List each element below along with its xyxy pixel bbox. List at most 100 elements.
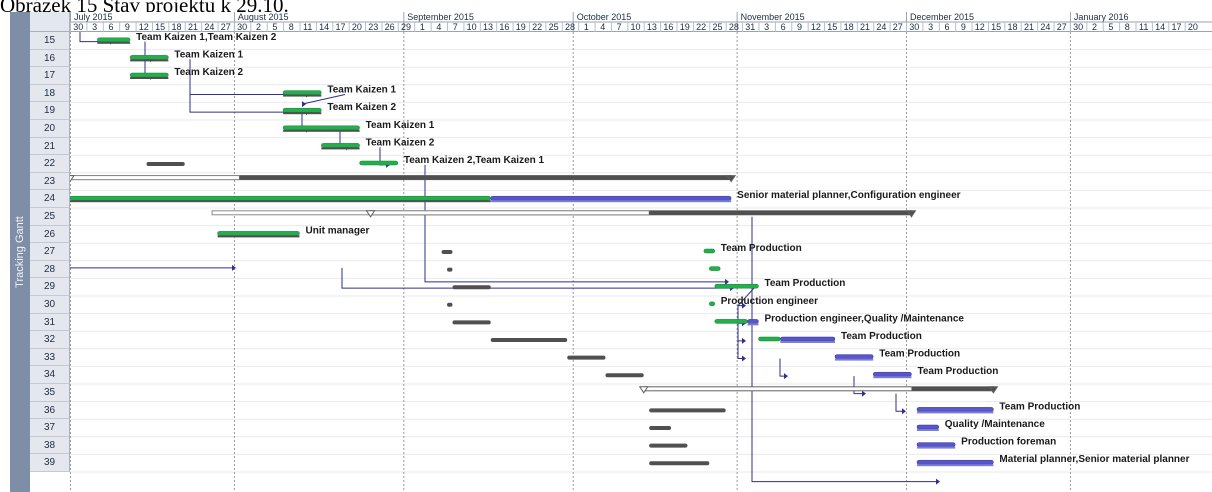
baseline-bar[interactable]	[605, 373, 644, 378]
remaining-work-bar[interactable]	[916, 424, 940, 430]
resource-name-label: Team Kaizen 1,Team Kaizen 2	[136, 32, 277, 43]
actual-progress-bar[interactable]	[282, 107, 322, 113]
gantt-chart-area[interactable]: Team Kaizen 1,Team Kaizen 2 Team Kaizen 1…	[70, 32, 1212, 492]
baseline-bar[interactable]	[283, 112, 322, 115]
view-name-label: Tracking Gantt	[14, 216, 26, 288]
row-id-cell[interactable]: 30	[30, 296, 70, 314]
row-id-cell[interactable]: 22	[30, 155, 70, 173]
row-id-cell[interactable]: 15	[30, 32, 70, 50]
actual-progress-bar[interactable]	[714, 283, 759, 289]
row-id-cell[interactable]: 17	[30, 67, 70, 85]
baseline-bar[interactable]	[283, 94, 322, 97]
tick-label: 16	[663, 22, 673, 32]
summary-complete-bar[interactable]	[70, 175, 240, 181]
tick-label: 1	[420, 22, 425, 32]
summary-remaining-bar[interactable]	[911, 386, 994, 391]
actual-progress-bar[interactable]	[282, 90, 322, 95]
row-id-cell[interactable]: 19	[30, 102, 70, 120]
gantt-chart-svg[interactable]: Team Kaizen 1,Team Kaizen 2 Team Kaizen 1…	[70, 32, 1212, 492]
resource-name-label: Team Kaizen 2,Team Kaizen 1	[404, 155, 545, 166]
row-id-cell[interactable]: 20	[30, 120, 70, 138]
tick-label: 15	[155, 22, 165, 32]
actual-progress-bar[interactable]	[282, 125, 360, 131]
row-id-cell[interactable]: 16	[30, 49, 70, 68]
actual-progress-bar[interactable]	[70, 195, 491, 201]
row-id-cell[interactable]: 37	[30, 419, 70, 437]
remaining-work-bar[interactable]	[916, 459, 994, 465]
remaining-work-bar[interactable]	[834, 354, 874, 359]
baseline-bar[interactable]	[217, 235, 300, 238]
actual-progress-bar[interactable]	[359, 160, 399, 166]
remaining-baseline-bar	[780, 341, 835, 343]
row-id-cell[interactable]: 25	[30, 208, 70, 226]
baseline-bar[interactable]	[283, 129, 360, 132]
remaining-work-bar[interactable]	[780, 336, 836, 342]
remaining-work-bar[interactable]	[916, 442, 956, 447]
baseline-bar[interactable]	[146, 162, 185, 166]
row-id-cell[interactable]: 26	[30, 225, 70, 244]
baseline-bar[interactable]	[452, 285, 491, 290]
baseline-bar[interactable]	[649, 443, 688, 448]
actual-progress-bar[interactable]	[321, 143, 360, 148]
actual-progress-bar[interactable]	[758, 336, 781, 342]
actual-progress-bar[interactable]	[129, 55, 169, 60]
month-label: December 2015	[910, 12, 974, 22]
actual-progress-bar[interactable]	[709, 301, 716, 307]
resource-name-label: Team Kaizen 2	[366, 137, 435, 148]
baseline-bar[interactable]	[447, 302, 453, 307]
tick-label: 18	[1008, 22, 1018, 32]
baseline-bar[interactable]	[649, 408, 726, 413]
link-arrowhead	[936, 478, 940, 485]
row-id-cell[interactable]: 23	[30, 172, 70, 191]
row-id-cell[interactable]: 38	[30, 436, 70, 455]
actual-progress-bar[interactable]	[97, 37, 131, 43]
row-id-cell[interactable]: 18	[30, 84, 70, 103]
tick-label: 3	[764, 22, 769, 32]
baseline-bar[interactable]	[447, 267, 453, 272]
actual-progress-bar[interactable]	[129, 72, 169, 78]
actual-progress-bar[interactable]	[703, 248, 716, 254]
row-id-cell[interactable]: 35	[30, 384, 70, 402]
baseline-bar[interactable]	[130, 77, 169, 79]
remaining-work-bar[interactable]	[490, 195, 732, 201]
baseline-bar[interactable]	[649, 426, 672, 430]
actual-progress-bar[interactable]	[714, 319, 748, 324]
row-id-cell[interactable]: 28	[30, 260, 70, 279]
row-id-cell[interactable]: 33	[30, 348, 70, 367]
tick-label: 24	[1040, 22, 1050, 32]
baseline-bar[interactable]	[567, 355, 606, 360]
tick-label: 6	[944, 22, 949, 32]
tick-label: 8	[289, 22, 294, 32]
baseline-bar[interactable]	[490, 338, 568, 342]
baseline-bar[interactable]	[97, 41, 131, 44]
row-id-cell[interactable]: 21	[30, 137, 70, 156]
tick-label: 24	[204, 22, 214, 32]
row-id-cell[interactable]: 32	[30, 331, 70, 349]
row-id-cell[interactable]: 27	[30, 243, 70, 261]
summary-remaining-bar[interactable]	[649, 210, 912, 215]
actual-progress-bar[interactable]	[709, 266, 721, 271]
remaining-work-bar[interactable]	[872, 371, 912, 377]
view-name-bar[interactable]: Tracking Gantt	[10, 12, 30, 492]
baseline-bar[interactable]	[130, 59, 169, 62]
row-id-cell[interactable]: 29	[30, 278, 70, 296]
baseline-bar[interactable]	[441, 250, 453, 254]
row-id-cell[interactable]: 31	[30, 313, 70, 332]
row-id-cell[interactable]: 34	[30, 366, 70, 384]
actual-progress-bar[interactable]	[217, 231, 300, 236]
row-id-cell[interactable]: 36	[30, 401, 70, 420]
remaining-work-bar[interactable]	[747, 319, 759, 324]
baseline-bar[interactable]	[70, 200, 491, 203]
baseline-bar[interactable]	[452, 320, 491, 325]
tick-label: 16	[499, 22, 509, 32]
select-all-corner[interactable]	[30, 12, 70, 32]
baseline-bar[interactable]	[649, 461, 710, 466]
row-id-cell[interactable]: 24	[30, 190, 70, 208]
summary-complete-bar[interactable]	[211, 210, 650, 216]
summary-remaining-bar[interactable]	[239, 175, 732, 180]
remaining-work-bar[interactable]	[916, 407, 994, 412]
row-id-cell[interactable]: 39	[30, 454, 70, 472]
resource-name-label: Team Production	[999, 401, 1080, 412]
resource-name-label: Team Kaizen 2	[174, 67, 243, 78]
baseline-bar[interactable]	[321, 147, 360, 150]
